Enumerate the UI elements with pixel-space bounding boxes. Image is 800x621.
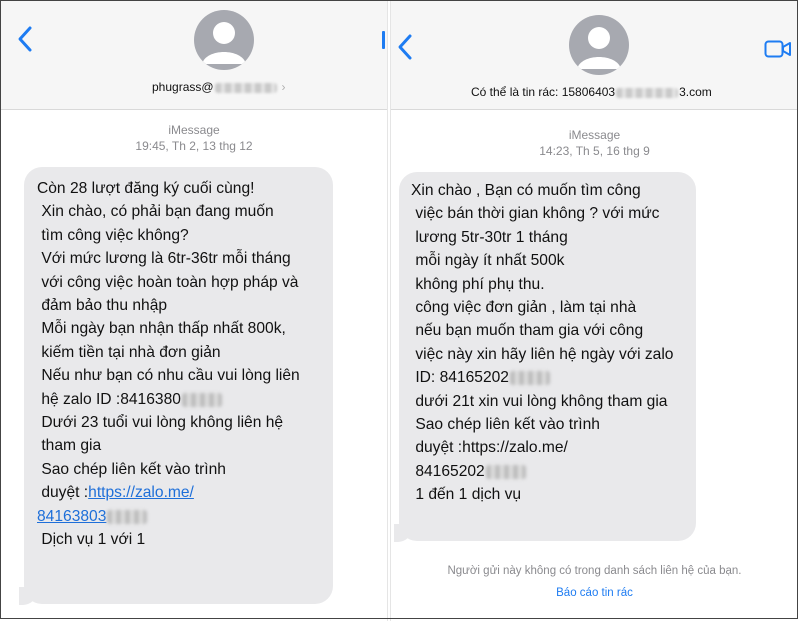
contact-avatar-icon[interactable] [569, 15, 629, 75]
message-line: công việc đơn giản , làm tại nhà [411, 299, 637, 317]
message-line: Xin chào , Bạn có muốn tìm công [411, 182, 641, 199]
contact-name[interactable]: phugrass@ › [152, 80, 286, 94]
message-line: đảm bảo thu nhập [37, 297, 168, 315]
message-line-link: duyệt :https://zalo.me/ [37, 481, 321, 504]
contact-name-text: phugrass@ [152, 80, 214, 94]
back-chevron-icon[interactable] [17, 25, 33, 53]
message-line: lương 5tr-30tr 1 tháng [411, 228, 568, 246]
message-line-number: 84165202 [411, 460, 686, 483]
contact-avatar-icon[interactable] [194, 10, 254, 70]
bubble-tail [19, 587, 37, 605]
message-line: mỗi ngày ít nhất 500k [411, 252, 565, 270]
message-line-zalo-id: hệ zalo ID :8416380 [37, 388, 321, 411]
message-line: Mỗi ngày bạn nhận thấp nhất 800k, [37, 320, 286, 338]
left-conversation-screenshot: phugrass@ › iMessage 19:45, Th 2, 13 thg … [1, 1, 387, 620]
message-line: dưới 21t xin vui lòng không tham gia [411, 392, 668, 410]
contact-name-text: Có thể là tin rác: 15806403 [471, 85, 616, 99]
message-line: tham gia [37, 437, 102, 455]
message-line: nếu bạn muốn tham gia với công [411, 322, 644, 340]
conversation-header: Có thể là tin rác: 15806403 3.com [391, 1, 798, 110]
message-line: 1 đến 1 dịch vụ [411, 486, 522, 504]
timestamp: 14:23, Th 5, 16 thg 9 [539, 144, 650, 158]
message-line: Với mức lương là 6tr-36tr mỗi tháng [37, 250, 291, 268]
unknown-sender-notice: Người gửi này không có trong danh sách l… [447, 565, 742, 577]
message-line: Dịch vụ 1 với 1 [37, 531, 146, 549]
message-line: tìm công việc không? [37, 226, 189, 244]
chevron-right-icon: › [281, 80, 286, 94]
message-text: 84165202 [411, 462, 485, 480]
message-line: Sao chép liên kết vào trình [37, 460, 226, 478]
redacted-number [485, 464, 526, 479]
message-line: Xin chào, có phải bạn đang muốn [37, 203, 274, 221]
video-call-icon[interactable] [764, 39, 792, 59]
message-line: Nếu như bạn có nhu cầu vui lòng liên [37, 367, 300, 385]
message-line: không phí phụ thu. [411, 275, 545, 293]
timestamp: 19:45, Th 2, 13 thg 12 [135, 139, 253, 153]
message-line: duyệt :https://zalo.me/ [411, 439, 568, 457]
message-line: Dưới 23 tuổi vui lòng không liên hệ [37, 414, 284, 432]
message-line-zalo-id: ID: 84165202 [411, 366, 686, 389]
message-line: Sao chép liên kết vào trình [411, 416, 600, 434]
edge-marker [382, 31, 385, 49]
redacted-number [107, 509, 148, 524]
right-conversation-screenshot: Có thể là tin rác: 15806403 3.com iMessag… [391, 1, 798, 620]
message-meta: iMessage 14:23, Th 5, 16 thg 9 [391, 127, 798, 159]
back-chevron-icon[interactable] [397, 33, 413, 61]
message-text: hệ zalo ID :8416380 [37, 390, 181, 408]
message-line: với công việc hoàn toàn hợp pháp và [37, 273, 299, 291]
service-label: iMessage [168, 123, 220, 137]
message-line: Còn 28 lượt đăng ký cuối cùng! [37, 180, 255, 197]
message-text: duyệt : [37, 484, 89, 502]
contact-name-suffix: 3.com [679, 85, 712, 99]
bubble-tail [394, 524, 412, 542]
zalo-link-number[interactable]: 84163803 [37, 508, 106, 525]
message-line: kiếm tiền tại nhà đơn giản [37, 343, 221, 361]
zalo-link[interactable]: https://zalo.me/ [88, 484, 194, 501]
redacted-number [181, 392, 222, 407]
message-line: việc bán thời gian không ? với mức [411, 205, 660, 223]
message-meta: iMessage 19:45, Th 2, 13 thg 12 [1, 122, 387, 154]
message-bubble[interactable]: Còn 28 lượt đăng ký cuối cùng! Xin chào,… [19, 167, 333, 605]
redacted-text [214, 82, 277, 93]
message-line: việc này xin hãy liên hệ ngày với zalo [411, 345, 674, 363]
redacted-number [509, 371, 550, 386]
redacted-text [616, 87, 679, 98]
message-bubble[interactable]: Xin chào , Bạn có muốn tìm công việc bán… [394, 172, 696, 542]
contact-name[interactable]: Có thể là tin rác: 15806403 3.com [471, 85, 712, 99]
service-label: iMessage [568, 128, 621, 142]
report-junk-link[interactable]: Báo cáo tin rác [391, 587, 798, 599]
conversation-header: phugrass@ › [1, 1, 387, 110]
message-text: ID: 84165202 [411, 369, 509, 387]
message-line-link: 84163803 [37, 505, 321, 528]
